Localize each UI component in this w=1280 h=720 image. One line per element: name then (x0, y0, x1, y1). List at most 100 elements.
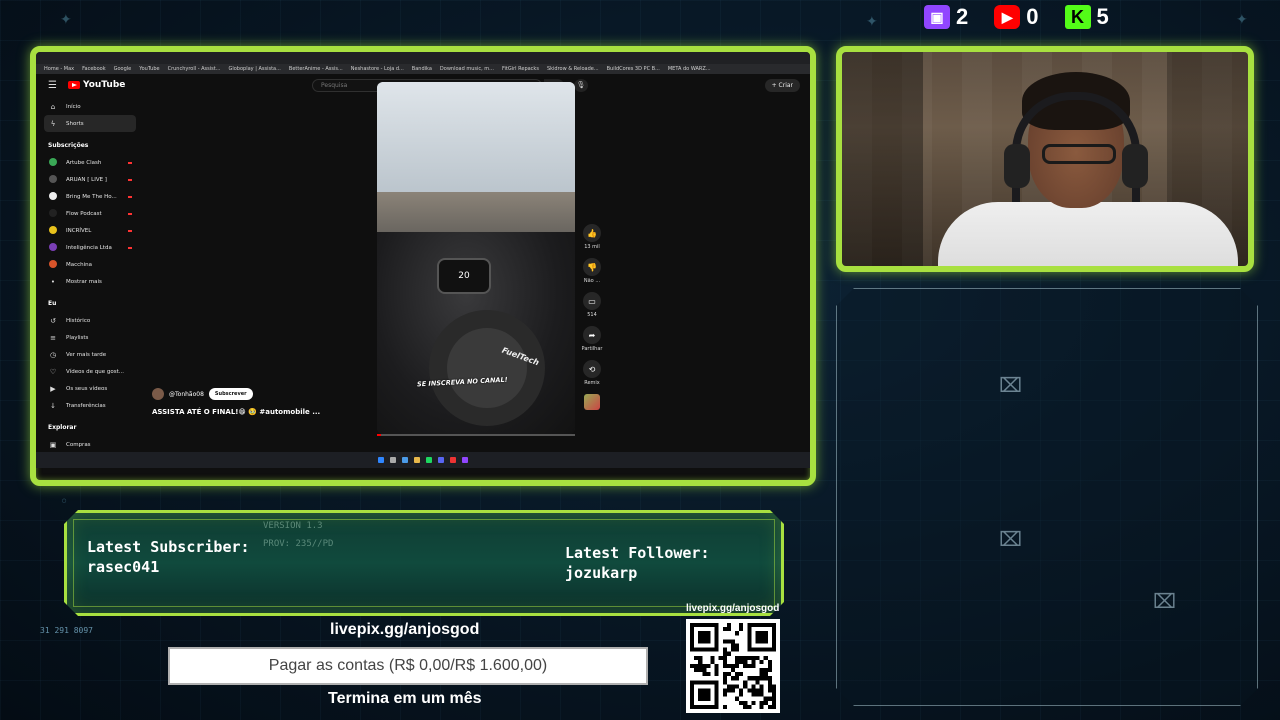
donation-goal-bar: Pagar as contas (R$ 0,00/R$ 1.600,00) (168, 647, 648, 685)
action-like[interactable]: 👍 13 mil (583, 224, 601, 250)
channel-avatar-wrap (48, 157, 58, 168)
latest-follower: Latest Follower: jozukarp (565, 543, 710, 583)
spotify-icon[interactable] (426, 457, 432, 463)
qr-code (686, 619, 780, 713)
bookmark-item[interactable]: Skidrow & Reloade... (547, 66, 599, 72)
browser-tab-strip (36, 52, 810, 64)
bookmark-item[interactable]: FitGirl Repacks (502, 66, 539, 72)
action-remix[interactable]: ⟲ Remix (583, 360, 601, 386)
sidebar-item[interactable]: ♡ Vídeos de que gost... (44, 363, 136, 380)
empty-overlay-panel: ⌧ ⌧ ⌧ (836, 288, 1258, 706)
headset-earcup-right (1122, 144, 1148, 188)
you-heading[interactable]: Eu (44, 296, 136, 312)
bookmark-item[interactable]: Crunchyroll - Assist... (168, 66, 221, 72)
action-share[interactable]: ➦ Partilhar (581, 326, 603, 352)
sidebar-item[interactable]: ARUAN [ LIVE ] (44, 171, 136, 188)
start-icon[interactable] (378, 457, 384, 463)
sidebar-item[interactable]: ▣ Compras (44, 436, 136, 453)
comment-icon: ▭ (583, 292, 601, 310)
remix-thumbnail[interactable] (584, 394, 600, 410)
subscriptions-heading[interactable]: Subscrições (44, 138, 136, 154)
action-comment[interactable]: ▭ 514 (583, 292, 601, 318)
search-taskbar-icon[interactable] (390, 457, 396, 463)
bookmark-item[interactable]: Bandika (412, 66, 432, 72)
sidebar-item[interactable]: ≡ Playlists (44, 329, 136, 346)
youtube-counter: ▶ 0 (994, 4, 1039, 30)
live-indicator (128, 178, 132, 181)
twitch-counter: ▣ 2 (924, 4, 968, 30)
bookmark-item[interactable]: Neshastore - Loja d... (351, 66, 404, 72)
live-indicator (128, 195, 132, 198)
channel-avatar-wrap (48, 242, 58, 253)
channel-avatar (49, 225, 57, 234)
video-progress-bar[interactable] (377, 434, 575, 436)
channel-avatar (49, 174, 57, 183)
sidebar-item[interactable]: ▶ Os seus vídeos (44, 380, 136, 397)
chrome-icon[interactable] (450, 457, 456, 463)
bookmark-item[interactable]: Facebook (82, 66, 106, 72)
action-dislike[interactable]: 👎 Não ... (583, 258, 601, 284)
sidebar-item[interactable]: Artube Clash (44, 154, 136, 171)
youtube-count: 0 (1026, 4, 1039, 29)
sidebar-item-label: Playlists (66, 334, 89, 341)
short-caption[interactable]: ASSISTA ATÉ O FINAL!😁 🥹 #automobile ... (152, 408, 320, 416)
short-video-player[interactable]: 20 FuelTech SE INSCREVA NO CANAL! (377, 82, 575, 434)
sidebar-item-label: ARUAN [ LIVE ] (66, 176, 107, 183)
thumbs-up-icon: ♡ (49, 367, 57, 376)
bookmark-item[interactable]: BetterAnime - Assis... (289, 66, 343, 72)
short-channel: @Tonhão08 Subscrever (152, 388, 253, 400)
channel-avatar[interactable] (152, 388, 164, 400)
subscribe-button[interactable]: Subscrever (208, 388, 253, 400)
headset-earcup-left (1004, 144, 1030, 188)
sidebar-item[interactable]: Macchina (44, 256, 136, 273)
youtube-page: ☰ YouTube Pesquisa ⌕ 🎙 + Criar ⌂InícioϟS… (36, 74, 810, 468)
microphone-icon[interactable]: 🎙 (574, 79, 588, 92)
sidebar-item[interactable]: • Mostrar mais (44, 273, 136, 290)
youtube-icon: ▶ (994, 5, 1021, 29)
youtube-logo[interactable]: YouTube (68, 80, 125, 90)
sidebar-item-label: Artube Clash (66, 159, 102, 166)
bookmark-item[interactable]: Download music, m... (440, 66, 494, 72)
discord-icon[interactable] (438, 457, 444, 463)
hamburger-menu-icon[interactable]: ☰ (48, 80, 57, 91)
sidebar-item[interactable]: ϟ Shorts (44, 115, 136, 132)
sidebar-item[interactable]: ↺ Histórico (44, 312, 136, 329)
edge-icon[interactable] (402, 457, 408, 463)
video-street (377, 192, 575, 232)
app-icon[interactable] (462, 457, 468, 463)
folder-icon[interactable] (414, 457, 420, 463)
channel-avatar (49, 191, 57, 200)
sidebar-item[interactable]: ⌂ Início (44, 98, 136, 115)
bookmark-item[interactable]: Home - Max (44, 66, 74, 72)
create-button[interactable]: + Criar (764, 79, 800, 92)
donation-goal-ends: Termina em um mês (328, 690, 482, 707)
bookmark-item[interactable]: YouTube (139, 66, 159, 72)
sidebar-item[interactable]: Bring Me The Ho... (44, 188, 136, 205)
home-icon: ⌂ (50, 102, 56, 111)
youtube-sidebar: ⌂ Início ϟ Shorts Subscrições Artube Clash ARU… (44, 98, 136, 453)
sidebar-item[interactable]: Flow Podcast (44, 205, 136, 222)
channel-name[interactable]: @Tonhão08 (169, 391, 204, 398)
version-tag: VERSION 1.3 (263, 521, 323, 531)
action-label: Remix (584, 380, 600, 386)
bookmark-item[interactable]: Globoplay | Assista... (228, 66, 280, 72)
decor-cross: ⌧ (999, 373, 1023, 397)
action-label: Partilhar (581, 346, 603, 352)
sidebar-item-label: Mostrar mais (66, 278, 102, 285)
bookmark-item[interactable]: META do WARZ... (668, 66, 711, 72)
live-indicator (128, 229, 132, 232)
sidebar-item[interactable]: ↓ Transferências (44, 397, 136, 414)
explore-heading[interactable]: Explorar (44, 420, 136, 436)
sidebar-item[interactable]: ◷ Ver mais tarde (44, 346, 136, 363)
like-icon: 👍 (583, 224, 601, 242)
qr-code-graphic (690, 623, 776, 709)
sidebar-item[interactable]: INCRÍVEL (44, 222, 136, 239)
bookmark-item[interactable]: BuildCores 3D PC B... (607, 66, 660, 72)
bookmark-item[interactable]: Google (114, 66, 132, 72)
sidebar-item-label: Transferências (66, 402, 106, 409)
download-icon: ↓ (50, 401, 56, 410)
sidebar-item-label: INCRÍVEL (66, 227, 92, 234)
short-actions: 👍 13 mil 👎 Não ... ▭ 514 ➦ Partilhar ⟲ Remix (580, 224, 604, 410)
playlist-icon: ≡ (50, 333, 56, 342)
sidebar-item[interactable]: Inteligência Ltda (44, 239, 136, 256)
